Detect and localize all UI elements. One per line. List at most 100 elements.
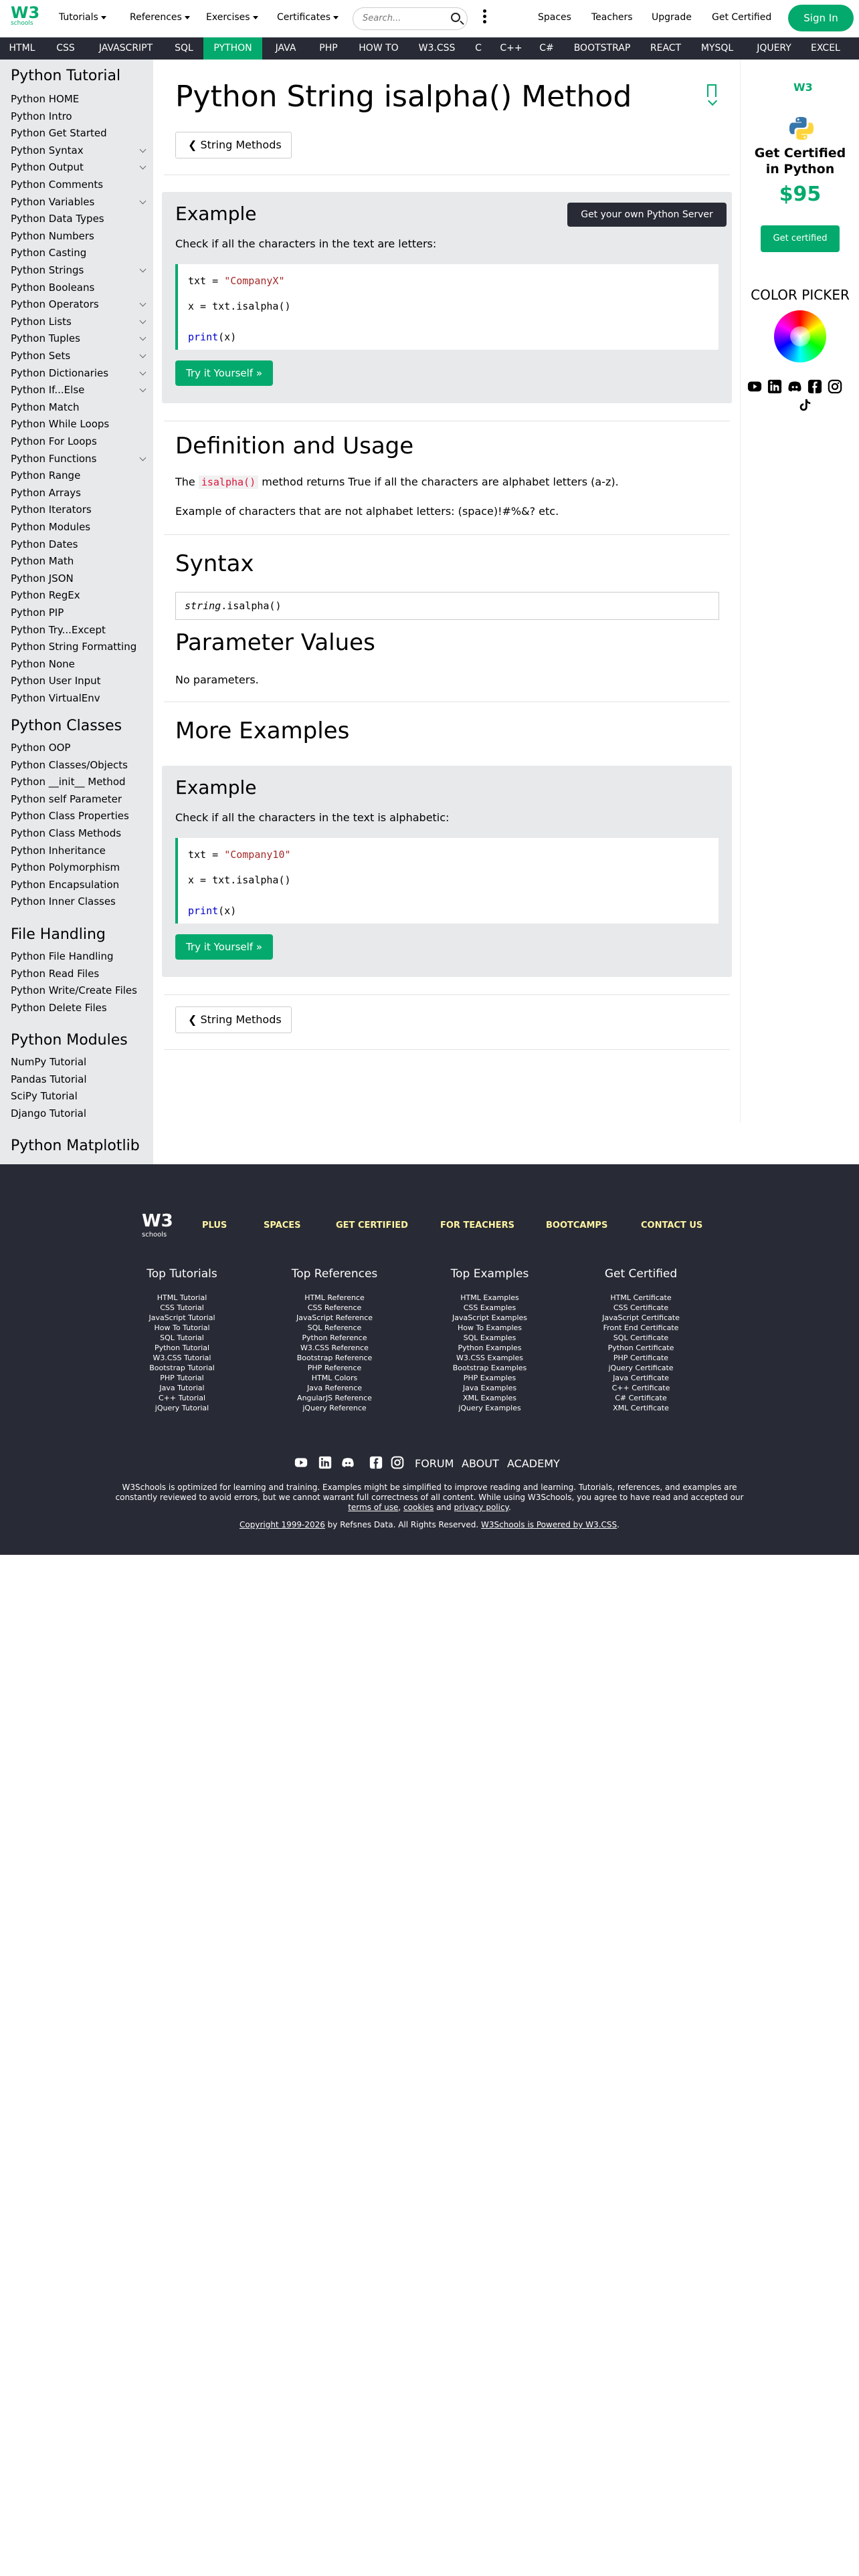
footer-column-link[interactable]: XML Examples xyxy=(416,1393,563,1403)
footer-column-link[interactable]: W3.CSS Examples xyxy=(416,1353,563,1363)
menu-certificates[interactable]: Certificates xyxy=(277,12,339,23)
footer-column-link[interactable]: Bootstrap Examples xyxy=(416,1363,563,1373)
footer-column-link[interactable]: XML Certificate xyxy=(567,1403,714,1413)
sidebar-item[interactable]: Python Arrays xyxy=(11,487,81,499)
footer-column-link[interactable]: JavaScript Reference xyxy=(261,1313,408,1323)
sidebar-item[interactable]: Python OOP xyxy=(11,742,70,754)
footer-link-bootcamps[interactable]: BOOTCAMPS xyxy=(546,1220,607,1230)
chevron-down-icon[interactable] xyxy=(139,317,147,324)
sidebar-item[interactable]: Python Modules xyxy=(11,521,90,533)
sidebar-item[interactable]: Python __init__ Method xyxy=(11,776,126,788)
teachers-link[interactable]: Teachers xyxy=(591,12,633,23)
footer-column-link[interactable]: HTML Reference xyxy=(261,1293,408,1303)
instagram-icon[interactable] xyxy=(828,379,842,394)
footer-column-link[interactable]: C# Certificate xyxy=(567,1393,714,1403)
sidebar-item[interactable]: Python Class Methods xyxy=(11,827,121,839)
chevron-down-icon[interactable] xyxy=(139,368,147,376)
sidebar-item[interactable]: Python Inheritance xyxy=(11,845,106,857)
footer-forum-link[interactable]: FORUM xyxy=(415,1457,454,1470)
chevron-down-icon[interactable] xyxy=(139,351,147,358)
sidebar-item[interactable]: Python Syntax xyxy=(11,144,84,156)
footer-column-link[interactable]: jQuery Reference xyxy=(261,1403,408,1413)
tut-jquery[interactable]: JQUERY xyxy=(744,37,804,60)
footer-column-link[interactable]: HTML Colors xyxy=(261,1373,408,1383)
sidebar-item[interactable]: Python Intro xyxy=(11,110,72,122)
tut-html[interactable]: HTML xyxy=(0,37,44,60)
sidebar-item[interactable]: Python HOME xyxy=(11,93,79,105)
sidebar-item[interactable]: Python File Handling xyxy=(11,950,114,962)
privacy-policy-link[interactable]: privacy policy xyxy=(454,1503,508,1512)
tut-c[interactable]: C xyxy=(464,37,492,60)
tut-howto[interactable]: HOW TO xyxy=(348,37,409,60)
sidebar-item[interactable]: Python Tuples xyxy=(11,332,80,344)
sidebar-item[interactable]: Python String Formatting xyxy=(11,641,136,653)
sidebar-item[interactable]: Python If...Else xyxy=(11,384,84,396)
tut-csharp[interactable]: C# xyxy=(530,37,563,60)
footer-column-link[interactable]: Java Tutorial xyxy=(108,1383,256,1393)
tut-cpp[interactable]: C++ xyxy=(492,37,530,60)
discord-icon[interactable] xyxy=(787,379,802,394)
footer-column-link[interactable]: SQL Tutorial xyxy=(108,1333,256,1343)
footer-column-link[interactable]: Python Examples xyxy=(416,1343,563,1353)
footer-column-link[interactable]: C++ Certificate xyxy=(567,1383,714,1393)
color-wheel-icon[interactable] xyxy=(774,310,826,362)
sidebar-item[interactable]: Python None xyxy=(11,658,75,670)
footer-link-for-teachers[interactable]: FOR TEACHERS xyxy=(440,1220,514,1230)
sidebar-item[interactable]: Python Classes/Objects xyxy=(11,759,128,771)
footer-column-link[interactable]: How To Tutorial xyxy=(108,1323,256,1333)
sidebar-item[interactable]: Python Range xyxy=(11,469,80,481)
footer-column-link[interactable]: W3.CSS Tutorial xyxy=(108,1353,256,1363)
get-certified-button[interactable]: Get certified xyxy=(761,225,840,252)
footer-column-link[interactable]: jQuery Certificate xyxy=(567,1363,714,1373)
sidebar-item[interactable]: Python Delete Files xyxy=(11,1002,107,1014)
footer-column-link[interactable]: CSS Reference xyxy=(261,1303,408,1313)
menu-references[interactable]: References xyxy=(130,12,190,23)
footer-column-link[interactable]: jQuery Examples xyxy=(416,1403,563,1413)
sidebar-item[interactable]: Python self Parameter xyxy=(11,793,122,805)
tut-php[interactable]: PHP xyxy=(309,37,348,60)
footer-link-spaces[interactable]: SPACES xyxy=(264,1220,301,1230)
footer-column-link[interactable]: JavaScript Examples xyxy=(416,1313,563,1323)
sidebar-item[interactable]: Python Dates xyxy=(11,538,78,550)
footer-link-contact-us[interactable]: CONTACT US xyxy=(641,1220,702,1230)
footer-column-link[interactable]: JavaScript Tutorial xyxy=(108,1313,256,1323)
sidebar-item[interactable]: Python JSON xyxy=(11,572,74,584)
tut-python[interactable]: PYTHON xyxy=(203,37,262,60)
terms-of-use-link[interactable]: terms of use xyxy=(348,1503,398,1512)
sidebar-item[interactable]: Python Iterators xyxy=(11,504,92,516)
upgrade-link[interactable]: Upgrade xyxy=(652,12,692,23)
discord-icon[interactable] xyxy=(341,1456,355,1469)
instagram-icon[interactable] xyxy=(391,1456,404,1469)
sidebar-item[interactable]: Python Operators xyxy=(11,298,99,310)
youtube-icon[interactable] xyxy=(294,1456,308,1469)
tut-excel[interactable]: EXCEL xyxy=(804,37,859,60)
powered-by-link[interactable]: W3Schools is Powered by W3.CSS xyxy=(481,1520,617,1529)
menu-exercises[interactable]: Exercises xyxy=(206,12,258,23)
tut-bootstrap[interactable]: BOOTSTRAP xyxy=(563,37,641,60)
footer-column-link[interactable]: Front End Certificate xyxy=(567,1323,714,1333)
chevron-down-icon[interactable] xyxy=(139,163,147,170)
sidebar-item[interactable]: Python Casting xyxy=(11,247,86,259)
footer-link-get-certified[interactable]: GET CERTIFIED xyxy=(336,1220,408,1230)
back-string-methods-button-bottom[interactable]: ❮ String Methods xyxy=(175,1006,292,1033)
footer-column-link[interactable]: SQL Reference xyxy=(261,1323,408,1333)
sidebar-item[interactable]: Python Output xyxy=(11,161,84,173)
footer-column-link[interactable]: JavaScript Certificate xyxy=(567,1313,714,1323)
sidebar-item[interactable]: Python For Loops xyxy=(11,435,97,447)
footer-column-link[interactable]: Python Certificate xyxy=(567,1343,714,1353)
more-options-icon[interactable] xyxy=(483,9,487,27)
footer-column-link[interactable]: Java Certificate xyxy=(567,1373,714,1383)
sidebar-item[interactable]: Python Comments xyxy=(11,179,103,191)
sidebar-item[interactable]: Python Math xyxy=(11,555,74,567)
footer-column-link[interactable]: Java Examples xyxy=(416,1383,563,1393)
copyright-link[interactable]: Copyright 1999-2026 xyxy=(240,1520,325,1529)
footer-column-link[interactable]: Python Tutorial xyxy=(108,1343,256,1353)
sidebar-item[interactable]: Python Functions xyxy=(11,453,96,465)
tut-mysql[interactable]: MYSQL xyxy=(690,37,744,60)
sidebar-item[interactable]: Python Variables xyxy=(11,196,94,208)
sidebar-item[interactable]: Python Try...Except xyxy=(11,624,106,636)
sidebar-item[interactable]: Python User Input xyxy=(11,675,101,687)
sidebar-item[interactable]: Python Get Started xyxy=(11,127,107,139)
w3schools-logo[interactable]: W3 schools xyxy=(11,4,40,32)
bookmark-icon[interactable] xyxy=(707,84,717,97)
